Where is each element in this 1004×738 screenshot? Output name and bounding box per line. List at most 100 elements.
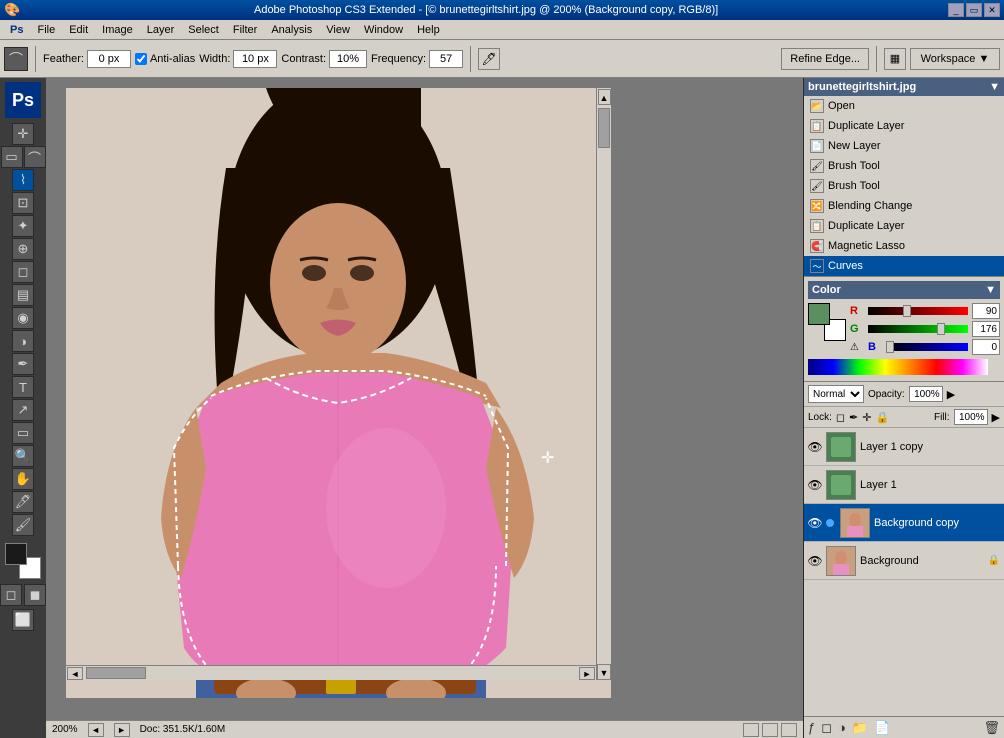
refine-edge-button[interactable]: Refine Edge... — [781, 48, 869, 70]
menu-window[interactable]: Window — [358, 22, 409, 38]
layer-visibility-icon[interactable]: 👁 — [808, 478, 822, 492]
color-swatches[interactable] — [5, 543, 41, 579]
scroll-up-btn[interactable]: ▲ — [598, 89, 611, 105]
crop-tool[interactable]: ⊡ — [12, 192, 34, 214]
history-collapse[interactable]: ▼ — [989, 81, 1000, 93]
width-input[interactable] — [233, 50, 277, 68]
b-slider-thumb[interactable] — [886, 341, 894, 353]
history-curves[interactable]: 〜 Curves — [804, 256, 1004, 276]
menu-filter[interactable]: Filter — [227, 22, 263, 38]
zoom-in-btn[interactable]: ► — [114, 723, 130, 737]
g-value-input[interactable] — [972, 321, 1000, 337]
g-slider-thumb[interactable] — [937, 323, 945, 335]
menu-layer[interactable]: Layer — [141, 22, 181, 38]
add-style-btn[interactable]: ƒ — [808, 720, 815, 735]
layer-visibility-icon[interactable]: 👁 — [808, 440, 822, 454]
magnetic-lasso-tool[interactable]: ⌇ — [12, 169, 34, 191]
layer-item-background[interactable]: 👁 Background 🔒 — [804, 542, 1004, 580]
quick-mask-on[interactable]: ◼ — [24, 584, 46, 606]
fg-swatch[interactable] — [808, 303, 830, 325]
opacity-input[interactable] — [909, 386, 943, 402]
blur-tool[interactable]: ◉ — [12, 307, 34, 329]
layer-item-background-copy[interactable]: 👁 Background copy — [804, 504, 1004, 542]
new-adjustment-btn[interactable]: ◑ — [838, 720, 846, 735]
healing-brush[interactable]: ✦ — [12, 215, 34, 237]
r-slider-thumb[interactable] — [903, 305, 911, 317]
fill-input[interactable] — [954, 409, 988, 425]
history-magnetic-lasso[interactable]: 🧲 Magnetic Lasso — [804, 236, 1004, 256]
b-value-input[interactable] — [972, 339, 1000, 355]
eraser-tool[interactable]: ◻ — [12, 261, 34, 283]
lock-transparent-icon[interactable]: ◻ — [836, 411, 845, 424]
quick-mask-off[interactable]: ◻ — [0, 584, 22, 606]
menu-file[interactable]: File — [31, 22, 61, 38]
type-tool[interactable]: T — [12, 376, 34, 398]
close-btn[interactable]: ✕ — [984, 3, 1000, 17]
hand-tool[interactable]: ✋ — [12, 468, 34, 490]
menu-help[interactable]: Help — [411, 22, 446, 38]
menu-edit[interactable]: Edit — [63, 22, 94, 38]
foreground-color-swatch[interactable] — [5, 543, 27, 565]
menu-view[interactable]: View — [320, 22, 356, 38]
history-blending[interactable]: 🔀 Blending Change — [804, 196, 1004, 216]
menu-image[interactable]: Image — [96, 22, 139, 38]
lock-all-icon[interactable]: 🔒 — [875, 411, 889, 424]
restore-btn[interactable]: ▭ — [966, 3, 982, 17]
scroll-hthumb[interactable] — [86, 667, 146, 679]
history-brush-2[interactable]: 🖌 Brush Tool — [804, 176, 1004, 196]
minimize-btn[interactable]: _ — [948, 3, 964, 17]
scroll-left-btn[interactable]: ◄ — [67, 667, 83, 680]
history-new-layer[interactable]: 📄 New Layer — [804, 136, 1004, 156]
gradient-tool[interactable]: ▤ — [12, 284, 34, 306]
layer-visibility-icon[interactable]: 👁 — [808, 516, 822, 530]
status-btn-3[interactable] — [781, 723, 797, 737]
clone-tool[interactable]: ⊕ — [12, 238, 34, 260]
scroll-right-btn[interactable]: ► — [579, 667, 595, 680]
menu-select[interactable]: Select — [182, 22, 225, 38]
lasso-tool[interactable]: ⌒ — [24, 146, 46, 168]
color-spectrum[interactable] — [808, 359, 988, 375]
status-btn-2[interactable] — [762, 723, 778, 737]
feather-input[interactable] — [87, 50, 131, 68]
history-open[interactable]: 📂 Open — [804, 96, 1004, 116]
zoom-tool[interactable]: 🔍 — [12, 445, 34, 467]
zoom-out-btn[interactable]: ◄ — [88, 723, 104, 737]
history-brush-1[interactable]: 🖌 Brush Tool — [804, 156, 1004, 176]
blend-mode-select[interactable]: Normal Multiply Screen — [808, 385, 864, 403]
marquee-tool[interactable]: ▭ — [1, 146, 23, 168]
lock-image-icon[interactable]: ✒ — [849, 411, 858, 424]
r-value-input[interactable] — [972, 303, 1000, 319]
g-slider-track[interactable] — [868, 325, 968, 333]
contrast-input[interactable] — [329, 50, 367, 68]
layer-visibility-icon[interactable]: 👁 — [808, 554, 822, 568]
frequency-input[interactable] — [429, 50, 463, 68]
pen-tool[interactable]: ✒ — [12, 353, 34, 375]
antialias-checkbox[interactable] — [135, 53, 147, 65]
eyedropper-icon[interactable]: 🖊 — [478, 48, 500, 70]
r-slider-track[interactable] — [868, 307, 968, 315]
layer-item-layer1copy[interactable]: 👁 Layer 1 copy — [804, 428, 1004, 466]
b-slider-track[interactable] — [886, 343, 968, 351]
layer-item-layer1[interactable]: 👁 Layer 1 — [804, 466, 1004, 504]
history-duplicate-layer-1[interactable]: 📋 Duplicate Layer — [804, 116, 1004, 136]
dodge-tool[interactable]: ◑ — [12, 330, 34, 352]
move-tool[interactable]: ✛ — [12, 123, 34, 145]
history-duplicate-layer-2[interactable]: 📋 Duplicate Layer — [804, 216, 1004, 236]
fill-arrow[interactable]: ▶ — [992, 411, 1000, 424]
brush-tool[interactable]: 🖌 — [12, 514, 34, 536]
color-swatches-panel[interactable] — [808, 303, 846, 341]
screen-mode[interactable]: ⬜ — [12, 609, 34, 631]
delete-layer-btn[interactable]: 🗑 — [983, 720, 1000, 736]
panel-icon[interactable]: ▦ — [884, 48, 906, 70]
workspace-button[interactable]: Workspace ▼ — [910, 48, 1000, 70]
color-collapse[interactable]: ▼ — [985, 284, 996, 296]
scroll-vthumb[interactable] — [598, 108, 610, 148]
new-group-btn[interactable]: 📁 — [852, 720, 868, 736]
lock-move-icon[interactable]: ✛ — [862, 411, 871, 424]
new-layer-btn[interactable]: 📄 — [874, 720, 890, 736]
shape-tool[interactable]: ▭ — [12, 422, 34, 444]
opacity-arrow[interactable]: ▶ — [947, 388, 955, 401]
menu-ps[interactable]: Ps — [4, 22, 29, 38]
canvas-hscrollbar[interactable]: ◄ ► — [66, 665, 596, 680]
menu-analysis[interactable]: Analysis — [265, 22, 318, 38]
